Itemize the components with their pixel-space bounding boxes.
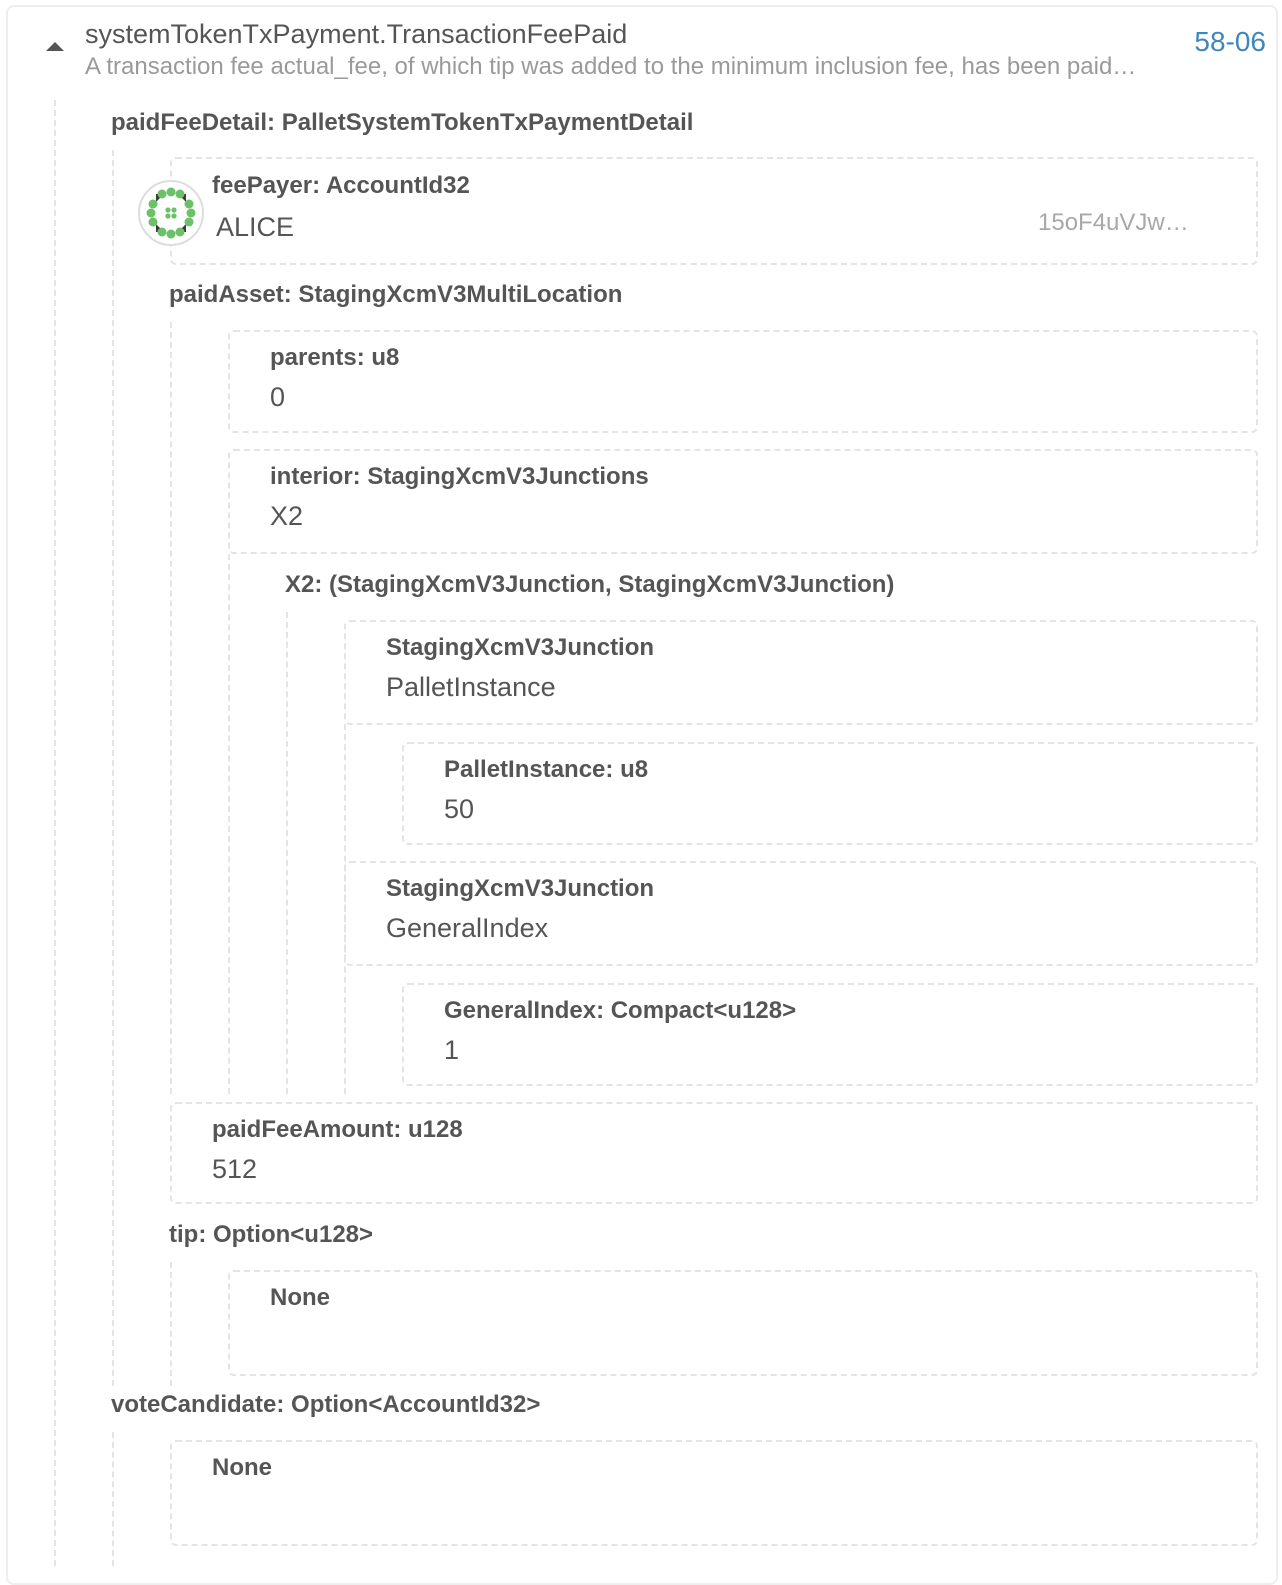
paid-fee-amount-value: 512: [212, 1154, 258, 1184]
interior-label: interior: StagingXcmV3Junctions: [270, 463, 649, 490]
tree-guide: [112, 150, 114, 1386]
tree-guide: [170, 1262, 172, 1386]
fee-payer-label: feePayer: AccountId32: [212, 172, 470, 199]
vote-candidate-label: voteCandidate: Option<AccountId32>: [111, 1391, 541, 1418]
paid-asset-label: paidAsset: StagingXcmV3MultiLocation: [169, 281, 623, 308]
fee-payer-address[interactable]: 15oF4uVJw…: [1038, 209, 1189, 237]
collapse-icon[interactable]: [44, 38, 66, 54]
parents-value: 0: [270, 382, 286, 412]
tree-guide: [228, 554, 230, 1094]
interior-value: X2: [270, 501, 304, 531]
event-link[interactable]: 58-06: [1194, 26, 1266, 58]
identicon-avatar[interactable]: [138, 180, 204, 246]
tree-guide: [54, 100, 56, 1566]
pallet-instance-label: PalletInstance: u8: [444, 756, 649, 783]
tip-value: None: [270, 1284, 330, 1311]
general-index-label: GeneralIndex: Compact<u128>: [444, 997, 797, 1024]
tip-field: [228, 1270, 1258, 1376]
paid-fee-amount-label: paidFeeAmount: u128: [212, 1116, 463, 1143]
vote-candidate-value: None: [212, 1454, 272, 1481]
junction-label: StagingXcmV3Junction: [386, 634, 655, 661]
junction-label: StagingXcmV3Junction: [386, 875, 655, 902]
parents-label: parents: u8: [270, 344, 400, 371]
fee-payer-name[interactable]: ALICE: [216, 212, 294, 243]
junction-value: PalletInstance: [386, 672, 556, 702]
tree-guide: [286, 612, 288, 1094]
paid-fee-detail-label: paidFeeDetail: PalletSystemTokenTxPaymen…: [111, 109, 694, 136]
event-title: systemTokenTxPayment.TransactionFeePaid: [85, 19, 628, 49]
event-description: A transaction fee actual_fee, of which t…: [85, 53, 1137, 80]
general-index-value: 1: [444, 1035, 460, 1065]
pallet-instance-value: 50: [444, 794, 475, 824]
tree-guide: [170, 322, 172, 1094]
junction-value: GeneralIndex: [386, 913, 549, 943]
tip-label: tip: Option<u128>: [169, 1221, 374, 1248]
vote-candidate-field: [170, 1440, 1258, 1546]
tree-guide: [112, 1432, 114, 1566]
x2-label: X2: (StagingXcmV3Junction, StagingXcmV3J…: [285, 571, 895, 598]
